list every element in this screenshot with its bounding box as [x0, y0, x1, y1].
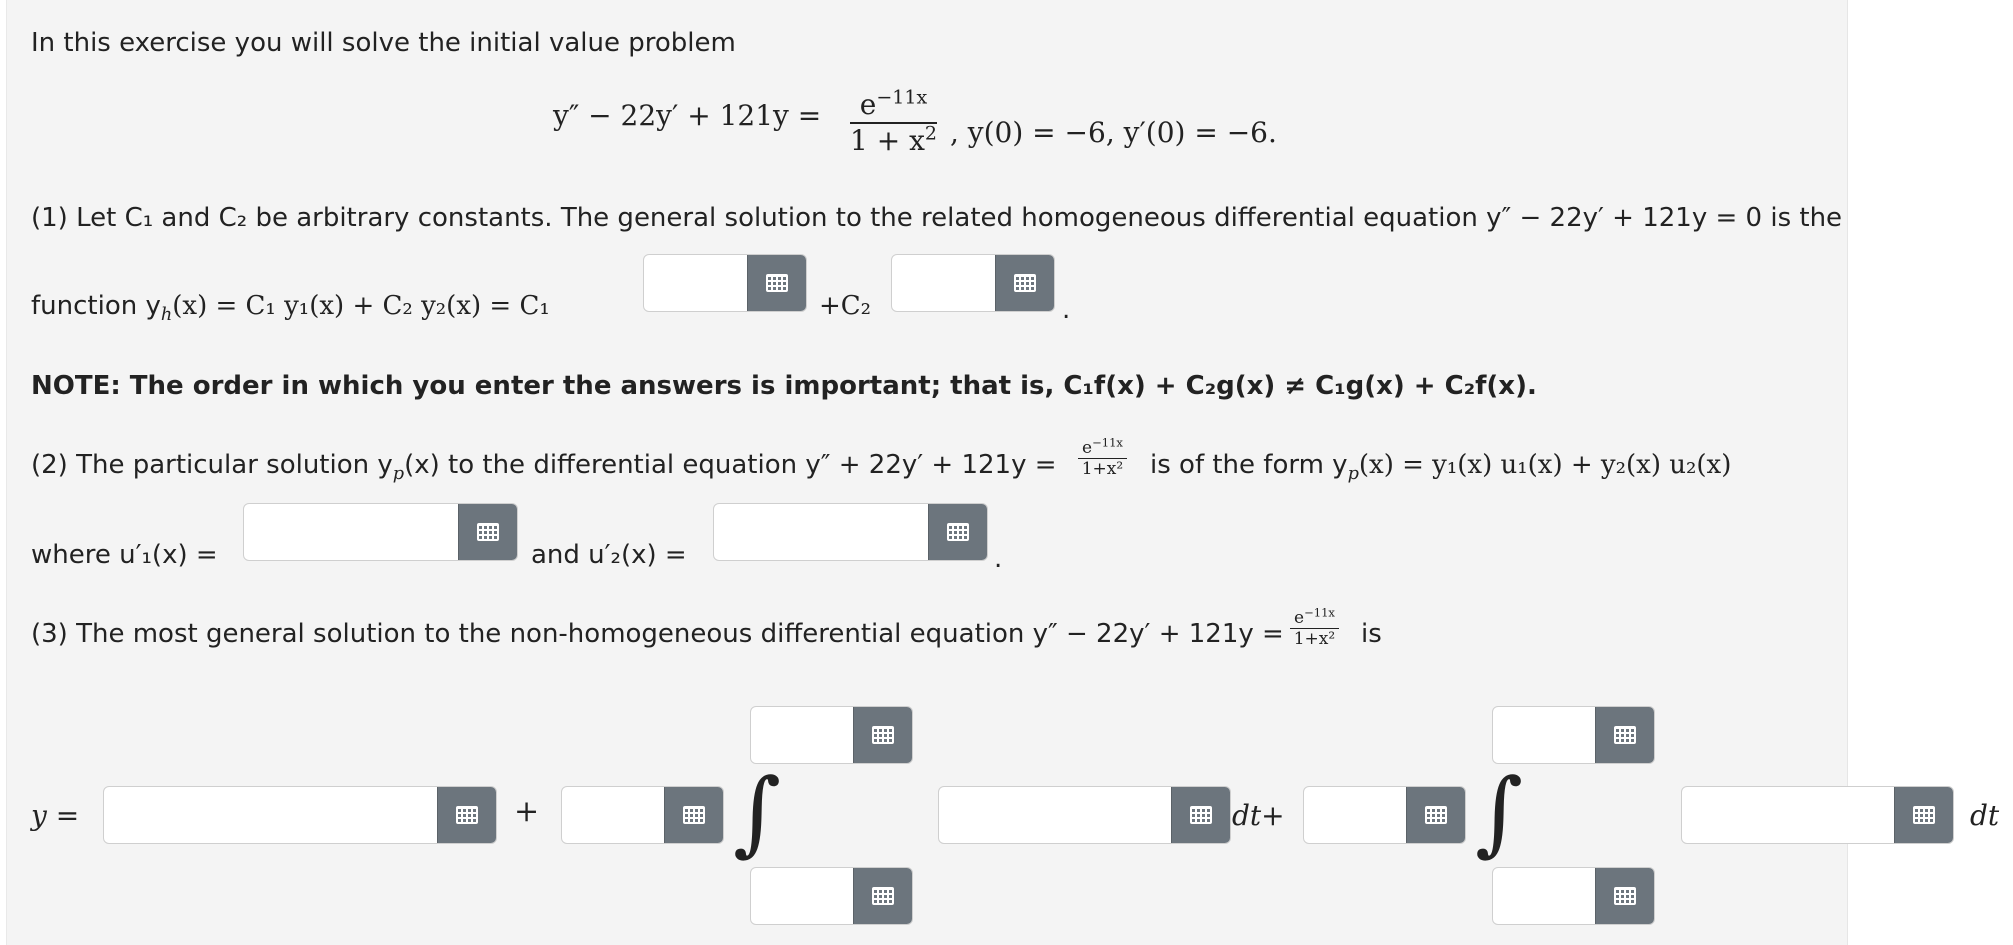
answer-lower-limit-2[interactable] — [1492, 867, 1655, 925]
answer-u2-prime[interactable] — [713, 503, 988, 561]
note-text: NOTE: The order in which you enter the a… — [31, 371, 1537, 401]
grid-icon[interactable] — [995, 255, 1054, 311]
grid-icon[interactable] — [1894, 787, 1953, 843]
answer-upper-limit-2-input[interactable] — [1493, 707, 1595, 763]
grid-icon[interactable] — [437, 787, 496, 843]
part2-suffix: is of the form yp(x) = y₁(x) u₁(x) + y₂(… — [1150, 450, 1732, 485]
answer-yh-input[interactable] — [104, 787, 437, 843]
grid-icon-glyph — [477, 523, 499, 541]
answer-y1-input[interactable] — [644, 255, 747, 311]
grid-icon[interactable] — [664, 787, 723, 843]
ivp-conditions: , y(0) = −6, y′(0) = −6. — [950, 116, 1277, 149]
answer-y1[interactable] — [643, 254, 807, 312]
answer-upper-limit-1-input[interactable] — [751, 707, 853, 763]
answer-integrand-1-input[interactable] — [939, 787, 1171, 843]
grid-icon-glyph — [1425, 806, 1447, 824]
grid-icon[interactable] — [1595, 707, 1654, 763]
grid-icon[interactable] — [853, 707, 912, 763]
ivp-lhs: y″ − 22y′ + 121y = — [553, 99, 822, 132]
part2-period: . — [994, 544, 1003, 574]
integral-sign-1: ∫ — [733, 759, 781, 866]
part1-text: (1) Let C₁ and C₂ be arbitrary constants… — [31, 203, 1843, 233]
integral-sign-2: ∫ — [1475, 759, 1523, 866]
part1-period: . — [1062, 295, 1071, 325]
grid-icon[interactable] — [853, 868, 912, 924]
intro-text: In this exercise you will solve the init… — [31, 28, 736, 58]
grid-icon[interactable] — [1595, 868, 1654, 924]
answer-integrand-1[interactable] — [938, 786, 1231, 844]
where-u1-label: where u′₁(x) = — [31, 540, 218, 570]
answer-lower-limit-2-input[interactable] — [1493, 868, 1595, 924]
answer-y2-input[interactable] — [892, 255, 995, 311]
answer-u2-prime-input[interactable] — [714, 504, 928, 560]
answer-upper-limit-1[interactable] — [750, 706, 913, 764]
answer-lower-limit-1[interactable] — [750, 867, 913, 925]
grid-icon-glyph — [1014, 274, 1036, 292]
grid-icon[interactable] — [747, 255, 806, 311]
dt-plus: dt+ — [1232, 799, 1285, 832]
answer-y2-coef-input[interactable] — [1304, 787, 1406, 843]
plus-sign: + — [514, 794, 540, 829]
grid-icon-glyph — [1614, 726, 1636, 744]
part3-text: (3) The most general solution to the non… — [31, 619, 1284, 649]
answer-integrand-2-input[interactable] — [1682, 787, 1894, 843]
and-u2-label: and u′₂(x) = — [531, 540, 687, 570]
plus-c2: +C₂ — [819, 291, 872, 321]
grid-icon-glyph — [456, 806, 478, 824]
answer-upper-limit-2[interactable] — [1492, 706, 1655, 764]
ivp-fraction: e−11x 1 + x2 — [850, 86, 937, 157]
y-equals-label: y = — [31, 799, 80, 832]
answer-y2-coef[interactable] — [1303, 786, 1466, 844]
answer-y1-coef[interactable] — [561, 786, 724, 844]
grid-icon-glyph — [872, 887, 894, 905]
grid-icon-glyph — [766, 274, 788, 292]
grid-icon-glyph — [1190, 806, 1212, 824]
part3-fraction: e−11x 1+x² — [1290, 607, 1339, 649]
answer-integrand-2[interactable] — [1681, 786, 1954, 844]
answer-yh[interactable] — [103, 786, 497, 844]
grid-icon[interactable] — [928, 504, 987, 560]
answer-y1-coef-input[interactable] — [562, 787, 664, 843]
part2-text: (2) The particular solution yp(x) to the… — [31, 450, 1057, 485]
answer-lower-limit-1-input[interactable] — [751, 868, 853, 924]
grid-icon-glyph — [1913, 806, 1935, 824]
part2-fraction: e−11x 1+x² — [1078, 437, 1127, 479]
part1-function-label: function yh(x) = C₁ y₁(x) + C₂ y₂(x) = C… — [31, 291, 550, 326]
grid-icon-glyph — [1614, 887, 1636, 905]
grid-icon[interactable] — [458, 504, 517, 560]
dt-label: dt — [1970, 799, 2000, 832]
answer-u1-prime[interactable] — [243, 503, 518, 561]
part3-is: is — [1361, 619, 1382, 649]
grid-icon-glyph — [683, 806, 705, 824]
answer-u1-prime-input[interactable] — [244, 504, 458, 560]
grid-icon[interactable] — [1406, 787, 1465, 843]
grid-icon-glyph — [872, 726, 894, 744]
grid-icon-glyph — [947, 523, 969, 541]
grid-icon[interactable] — [1171, 787, 1230, 843]
answer-y2[interactable] — [891, 254, 1055, 312]
